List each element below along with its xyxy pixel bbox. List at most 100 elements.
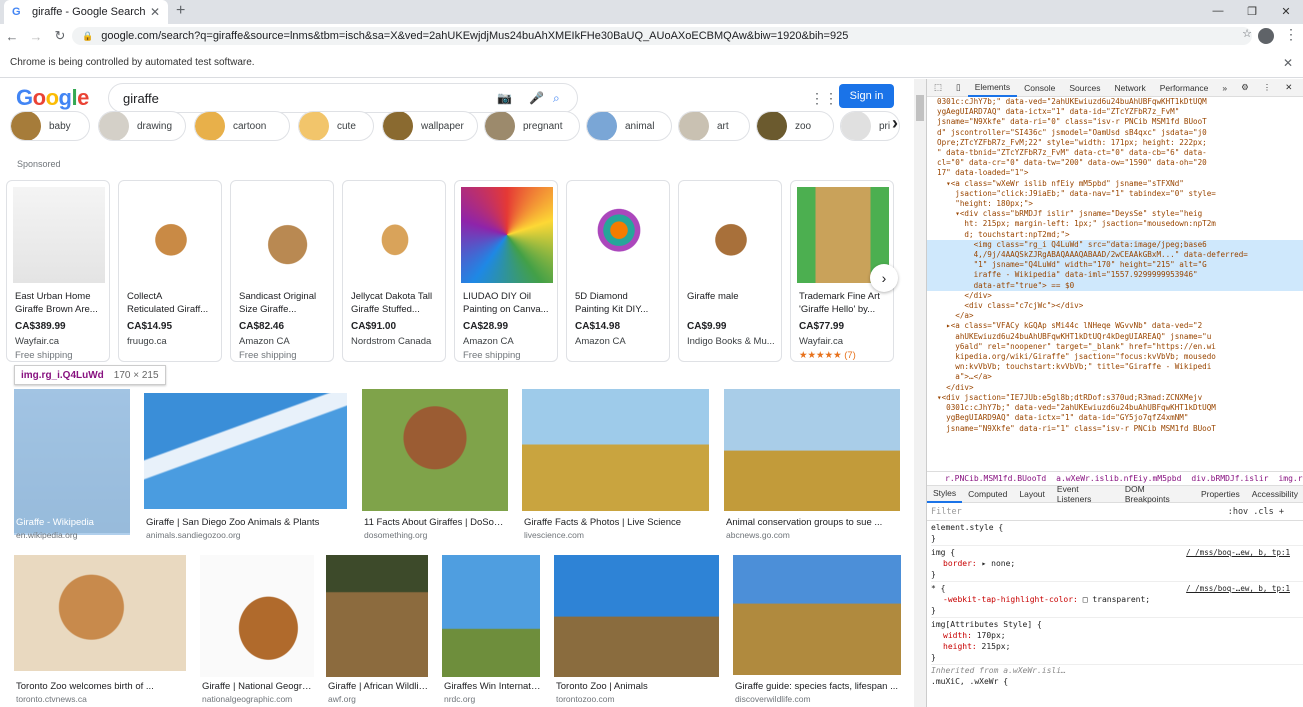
- css-source-link[interactable]: /_/mss/boq-…ew, b, tp:1: [1186, 583, 1290, 594]
- dom-node-line[interactable]: " data-tbnid="ZTcYZFbR7z_FvM" data-ct="0…: [927, 148, 1303, 158]
- dom-node-line[interactable]: 17" data-loaded="1">: [927, 168, 1303, 178]
- minimize-icon[interactable]: —: [1201, 0, 1235, 22]
- dom-node-line[interactable]: ygBegUIARD9AQ" data-ictx="1" data-id="GY…: [927, 413, 1303, 423]
- dom-node-line[interactable]: d" jscontroller="SI436c" jsmodel="OamUsd…: [927, 128, 1303, 138]
- chip-drawing[interactable]: drawing: [98, 111, 186, 141]
- dom-node-line[interactable]: wn:kvVbVb; touchstart:kvVbVb;" title="Gi…: [927, 362, 1303, 372]
- chip-pri[interactable]: pri: [840, 111, 900, 141]
- css-property[interactable]: width: 170px;: [931, 630, 1303, 641]
- reload-icon[interactable]: ↻: [48, 28, 72, 44]
- dom-node-line[interactable]: y6ald" rel="noopener" target="_blank" hr…: [927, 342, 1303, 352]
- css-property[interactable]: height: 215px;: [931, 641, 1303, 652]
- image-result[interactable]: Toronto Zoo welcomes birth of ... toront…: [14, 555, 188, 705]
- bookmark-star-icon[interactable]: ☆: [1242, 27, 1252, 40]
- tab-close-icon[interactable]: ✕: [150, 5, 160, 19]
- microphone-icon[interactable]: 🎤: [529, 91, 544, 105]
- tab-console[interactable]: Console: [1017, 83, 1062, 93]
- dom-node-line[interactable]: a">…</a>: [927, 372, 1303, 382]
- dom-node-line[interactable]: </div>: [927, 291, 1303, 301]
- dom-node-line[interactable]: jsname="N9Xkfe" data-ri="1" class="isv-r…: [927, 424, 1303, 434]
- chip-cute[interactable]: cute: [298, 111, 374, 141]
- dom-node-line[interactable]: 0301c:cJhY7b;" data-ved="2ahUKEwiuzd6u24…: [927, 403, 1303, 413]
- chip-animal[interactable]: animal: [586, 111, 672, 141]
- css-property[interactable]: border: ▸ none;: [931, 558, 1303, 569]
- breadcrumb-item[interactable]: a.wXeWr.islib.nfEiy.mM5pbd: [1056, 474, 1181, 483]
- chip-zoo[interactable]: zoo: [756, 111, 834, 141]
- devtools-close-icon[interactable]: ✕: [1278, 82, 1299, 93]
- image-result[interactable]: Toronto Zoo | Animals torontozoo.com: [554, 555, 720, 705]
- product-card[interactable]: LIUDAO DIY Oil Painting on Canva... CA$28…: [454, 180, 558, 362]
- devtools-menu-icon[interactable]: ⋮: [1256, 82, 1279, 93]
- dom-node-line[interactable]: ▾<div jsaction="IE7JUb:e5gl8b;dtRDof:s37…: [927, 393, 1303, 403]
- product-card[interactable]: Giraffe male CA$9.99 Indigo Books & Mu...: [678, 180, 782, 362]
- camera-icon[interactable]: 📷: [497, 91, 512, 105]
- inspect-element-icon[interactable]: ⬚: [927, 82, 949, 93]
- css-rule[interactable]: img[Attributes Style] {width: 170px; heig…: [931, 618, 1303, 665]
- product-card[interactable]: CollectA Reticulated Giraff... CA$14.95 fr…: [118, 180, 222, 362]
- subtab-dom-breakpoints[interactable]: DOM Breakpoints: [1119, 484, 1195, 504]
- dom-node-line[interactable]: <img class="rg_i Q4LuWd" src="data:image…: [927, 239, 1303, 251]
- maximize-icon[interactable]: ❐: [1235, 0, 1269, 22]
- image-result[interactable]: Giraffe | National Geograph... nationalg…: [200, 555, 314, 705]
- breadcrumb-item[interactable]: div.bRMDJf.islir: [1191, 474, 1268, 483]
- infobar-close-icon[interactable]: ✕: [1283, 56, 1293, 70]
- chrome-menu-icon[interactable]: ⋮: [1284, 26, 1298, 43]
- dom-node-line[interactable]: kipedia.org/wiki/Giraffe" jsaction="focu…: [927, 352, 1303, 362]
- dom-node-line[interactable]: 4,/9j/4AAQSkZJRgABAQAAAQABAAD/2wCEAAkGBx…: [927, 250, 1303, 261]
- chip-art[interactable]: art: [678, 111, 750, 141]
- scrollbar-thumb[interactable]: [916, 95, 924, 121]
- css-rule[interactable]: element.style {}: [931, 521, 1303, 546]
- search-input[interactable]: giraffe 📷 🎤 ⌕: [108, 83, 578, 113]
- dom-node-line[interactable]: iraffe - Wikipedia" data-iml="1557.92999…: [927, 270, 1303, 281]
- dom-node-line[interactable]: ▾<a class="wXeWr islib nfEiy mM5pbd" jsn…: [927, 179, 1303, 189]
- styles-filter-input[interactable]: Filter :hov .cls +: [927, 503, 1303, 521]
- chip-pregnant[interactable]: pregnant: [484, 111, 580, 141]
- dom-node-line[interactable]: 0301c:cJhY7b;" data-ved="2ahUKEwiuzd6u24…: [927, 97, 1303, 107]
- dom-node-line[interactable]: jsname="N9Xkfe" data-ri="0" class="isv-r…: [927, 117, 1303, 127]
- dom-node-line[interactable]: d; touchstart:npT2md;">: [927, 230, 1303, 240]
- back-icon[interactable]: ←: [0, 29, 24, 44]
- dom-node-line[interactable]: </a>: [927, 311, 1303, 321]
- tab-network[interactable]: Network: [1108, 83, 1153, 93]
- image-result[interactable]: Giraffes Win Internatio... nrdc.org: [442, 555, 542, 705]
- dom-tree[interactable]: 0301c:cJhY7b;" data-ved="2ahUKEwiuzd6u24…: [927, 97, 1303, 472]
- dom-node-line[interactable]: jsaction="click:J9iaEb;" data-nav="1" ta…: [927, 189, 1303, 199]
- forward-icon[interactable]: →: [24, 29, 48, 44]
- subtab-event-listeners[interactable]: Event Listeners: [1051, 484, 1119, 504]
- more-tabs-icon[interactable]: »: [1215, 83, 1234, 93]
- settings-gear-icon[interactable]: ⚙: [1234, 82, 1256, 93]
- subtab-accessibility[interactable]: Accessibility: [1246, 489, 1303, 499]
- dom-node-line[interactable]: data-atf="true"> == $0: [927, 280, 1303, 291]
- css-rule[interactable]: * {/_/mss/boq-…ew, b, tp:1 -webkit-tap-hi…: [931, 582, 1303, 618]
- tab-sources[interactable]: Sources: [1062, 83, 1107, 93]
- carousel-next-button[interactable]: ›: [870, 264, 898, 292]
- subtab-layout[interactable]: Layout: [1013, 489, 1051, 499]
- breadcrumb-item[interactable]: r.PNCib.MSM1fd.BUooTd: [945, 474, 1046, 483]
- css-rule[interactable]: img {/_/mss/boq-…ew, b, tp:1 border: ▸ no…: [931, 546, 1303, 582]
- profile-avatar-icon[interactable]: [1258, 28, 1274, 44]
- image-result[interactable]: Giraffe | San Diego Zoo Animals & Plants…: [144, 393, 348, 541]
- image-result[interactable]: Giraffe Facts & Photos | Live Science li…: [522, 389, 710, 540]
- chips-next-icon[interactable]: ›: [892, 113, 898, 134]
- dom-node-line[interactable]: "height: 180px;">: [927, 199, 1303, 209]
- image-result[interactable]: 11 Facts About Giraffes | DoSometh... do…: [362, 389, 510, 540]
- dom-node-line[interactable]: ht: 215px; margin-left: 1px;" jsaction="…: [927, 219, 1303, 229]
- chip-baby[interactable]: baby: [10, 111, 90, 141]
- product-card[interactable]: East Urban Home Giraffe Brown Are... CA$3…: [6, 180, 110, 362]
- chip-cartoon[interactable]: cartoon: [194, 111, 290, 141]
- dom-node-line[interactable]: <div class="c7cjWc"></div>: [927, 301, 1303, 311]
- search-icon[interactable]: ⌕: [553, 91, 560, 106]
- new-tab-icon[interactable]: +: [176, 2, 185, 20]
- filter-controls[interactable]: :hov .cls +: [1228, 507, 1284, 517]
- window-close-icon[interactable]: ✕: [1269, 0, 1303, 22]
- browser-tab[interactable]: G giraffe - Google Search ✕: [4, 0, 168, 24]
- image-result[interactable]: Giraffe guide: species facts, lifespan .…: [733, 555, 903, 705]
- product-card[interactable]: 5D Diamond Painting Kit DIY... CA$14.98 Am…: [566, 180, 670, 362]
- dom-node-line[interactable]: ▸<a class="VFACy kGQAp sMi44c lNHeqe WGv…: [927, 321, 1303, 331]
- tab-performance[interactable]: Performance: [1153, 83, 1216, 93]
- image-result[interactable]: Giraffe - Wikipedia en.wikipedia.org: [14, 389, 130, 540]
- product-card[interactable]: Jellycat Dakota Tall Giraffe Stuffed... C…: [342, 180, 446, 362]
- chip-wallpaper[interactable]: wallpaper: [382, 111, 478, 141]
- dom-node-line[interactable]: ygAegUIARD7AQ" data-ictx="1" data-id="ZT…: [927, 107, 1303, 117]
- dom-node-line[interactable]: </div>: [927, 383, 1303, 393]
